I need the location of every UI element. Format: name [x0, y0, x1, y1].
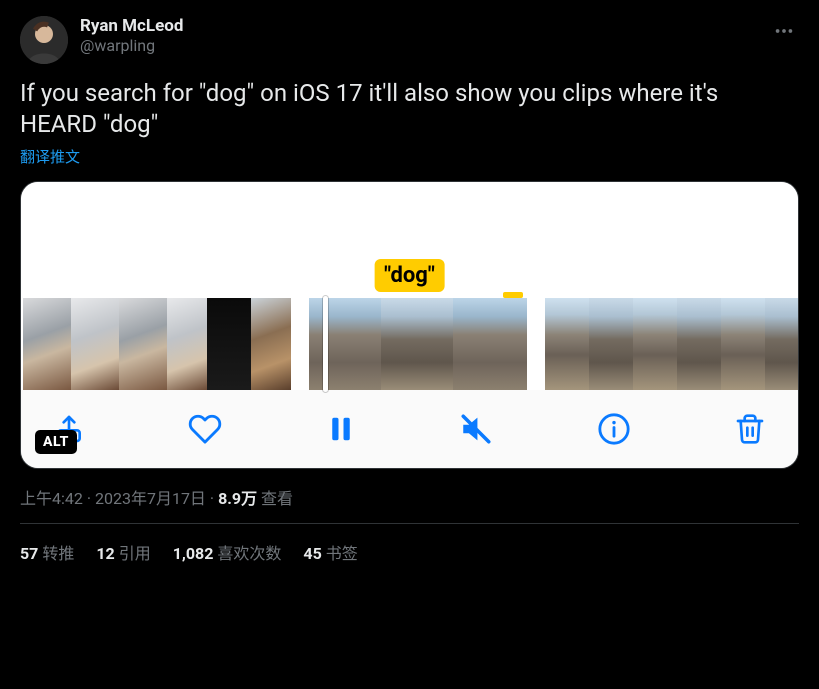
tweet-date: 2023年7月17日	[95, 489, 206, 508]
tweet-text: If you search for "dog" on iOS 17 it'll …	[20, 78, 799, 140]
media-toolbar	[21, 390, 798, 468]
clip-group	[309, 298, 527, 390]
timeline-frame	[71, 298, 119, 390]
tweet-time: 上午4:42	[20, 489, 83, 508]
video-timeline[interactable]	[21, 298, 798, 390]
mute-button[interactable]	[459, 412, 493, 446]
search-tag-badge: "dog"	[374, 259, 445, 292]
clip-group	[23, 298, 291, 390]
translate-link[interactable]: 翻译推文	[20, 146, 80, 167]
timeline-frame	[589, 298, 633, 390]
user-handle: @warpling	[80, 36, 769, 55]
media-top-area: "dog"	[21, 182, 798, 298]
retweets-stat[interactable]: 57转推	[20, 540, 74, 564]
avatar[interactable]	[20, 16, 68, 64]
stats-row: 57转推 12引用 1,082喜欢次数 45书签	[20, 524, 799, 564]
pause-button[interactable]	[326, 414, 356, 444]
views-label: 查看	[261, 489, 293, 508]
delete-button[interactable]	[734, 413, 766, 445]
trash-icon	[734, 413, 766, 445]
info-icon	[597, 412, 631, 446]
timeline-frame	[381, 298, 453, 390]
user-block[interactable]: Ryan McLeod @warpling	[80, 16, 769, 55]
timeline-frame	[167, 298, 207, 390]
timeline-frame	[765, 298, 799, 390]
likes-stat[interactable]: 1,082喜欢次数	[173, 540, 282, 564]
timeline-frame	[251, 298, 291, 390]
more-icon	[773, 20, 795, 42]
tweet-meta[interactable]: 上午4:42 · 2023年7月17日 · 8.9万 查看	[20, 485, 799, 509]
quotes-stat[interactable]: 12引用	[96, 540, 150, 564]
like-button[interactable]	[188, 412, 222, 446]
clip-group	[545, 298, 799, 390]
more-button[interactable]	[769, 16, 799, 46]
timeline-frame	[119, 298, 167, 390]
timeline-frame	[677, 298, 721, 390]
info-button[interactable]	[597, 412, 631, 446]
timeline-frame	[545, 298, 589, 390]
heart-icon	[188, 412, 222, 446]
views-count: 8.9万	[218, 489, 257, 508]
timeline-frame	[23, 298, 71, 390]
media-attachment[interactable]: "dog"	[20, 181, 799, 469]
tweet-header: Ryan McLeod @warpling	[20, 16, 799, 64]
playhead[interactable]	[323, 296, 328, 392]
display-name: Ryan McLeod	[80, 16, 769, 36]
timeline-frame	[453, 298, 527, 390]
timeline-frame	[309, 298, 381, 390]
alt-badge[interactable]: ALT	[35, 430, 77, 454]
mute-icon	[459, 412, 493, 446]
tweet-container: Ryan McLeod @warpling If you search for …	[0, 0, 819, 580]
pause-icon	[326, 414, 356, 444]
timeline-frame	[721, 298, 765, 390]
timeline-frame	[633, 298, 677, 390]
bookmarks-stat[interactable]: 45书签	[303, 540, 357, 564]
timeline-frame	[207, 298, 251, 390]
